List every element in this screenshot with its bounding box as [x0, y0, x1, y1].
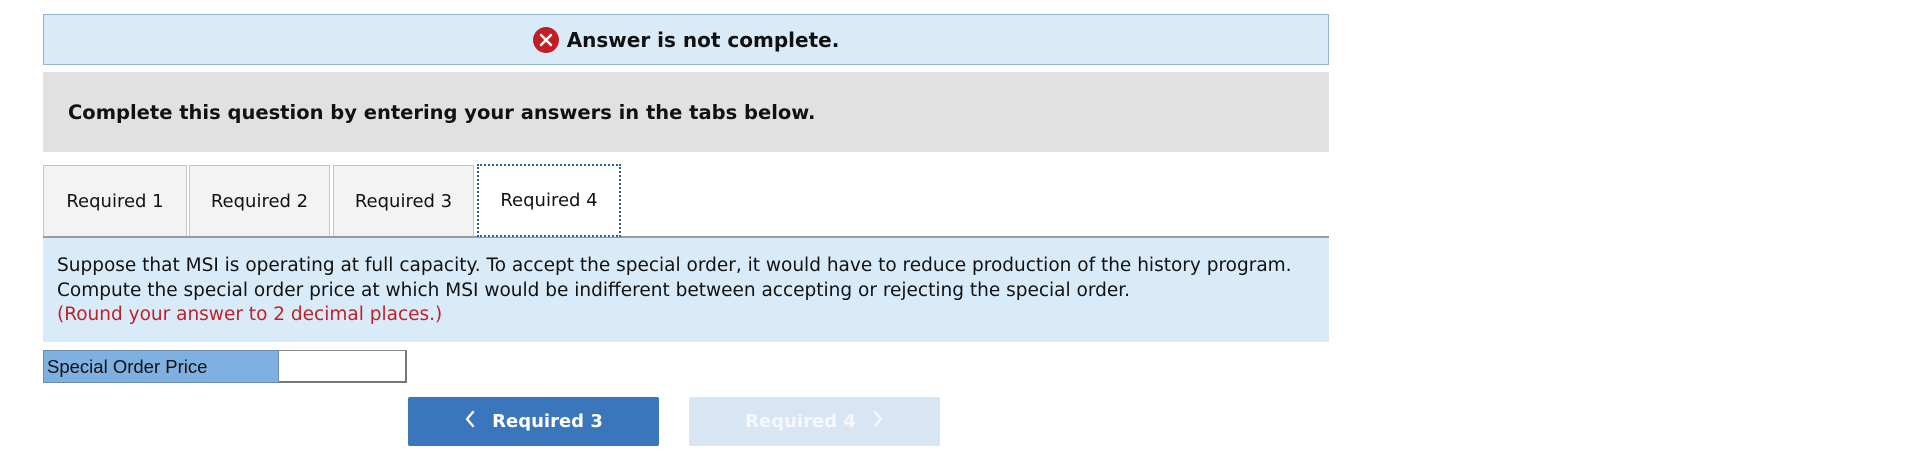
- question-text: Suppose that MSI is operating at full ca…: [57, 255, 1292, 301]
- next-required-4-button[interactable]: Required 4: [689, 397, 940, 446]
- answer-row: Special Order Price: [43, 350, 1329, 383]
- error-x-icon: [532, 26, 559, 53]
- prev-button-label: Required 3: [492, 411, 603, 432]
- prev-required-3-button[interactable]: Required 3: [408, 397, 659, 446]
- status-message: Answer is not complete.: [566, 27, 840, 52]
- question-container: Answer is not complete. Complete this qu…: [43, 14, 1329, 446]
- instructions-text: Complete this question by entering your …: [68, 100, 816, 124]
- special-order-price-label: Special Order Price: [43, 350, 279, 383]
- instructions-bar: Complete this question by entering your …: [43, 72, 1329, 152]
- chevron-left-icon: [464, 410, 476, 433]
- tab-required-3[interactable]: Required 3: [333, 165, 474, 236]
- status-banner: Answer is not complete.: [43, 14, 1329, 65]
- special-order-price-input[interactable]: [279, 350, 407, 383]
- tab-label: Required 3: [354, 190, 453, 212]
- next-button-label: Required 4: [745, 411, 856, 432]
- tab-required-4[interactable]: Required 4: [477, 164, 621, 237]
- tab-navigation: Required 3 Required 4: [43, 397, 1329, 446]
- tab-label: Required 2: [210, 190, 309, 212]
- tab-required-2[interactable]: Required 2: [189, 165, 330, 236]
- tab-strip: Required 1 Required 2 Required 3 Require…: [43, 164, 1329, 238]
- tab-label: Required 1: [66, 190, 164, 212]
- chevron-right-icon: [872, 410, 884, 433]
- question-panel: Suppose that MSI is operating at full ca…: [43, 238, 1329, 342]
- tab-label: Required 4: [500, 190, 598, 211]
- rounding-note: (Round your answer to 2 decimal places.): [57, 304, 443, 325]
- tab-required-1[interactable]: Required 1: [43, 165, 187, 236]
